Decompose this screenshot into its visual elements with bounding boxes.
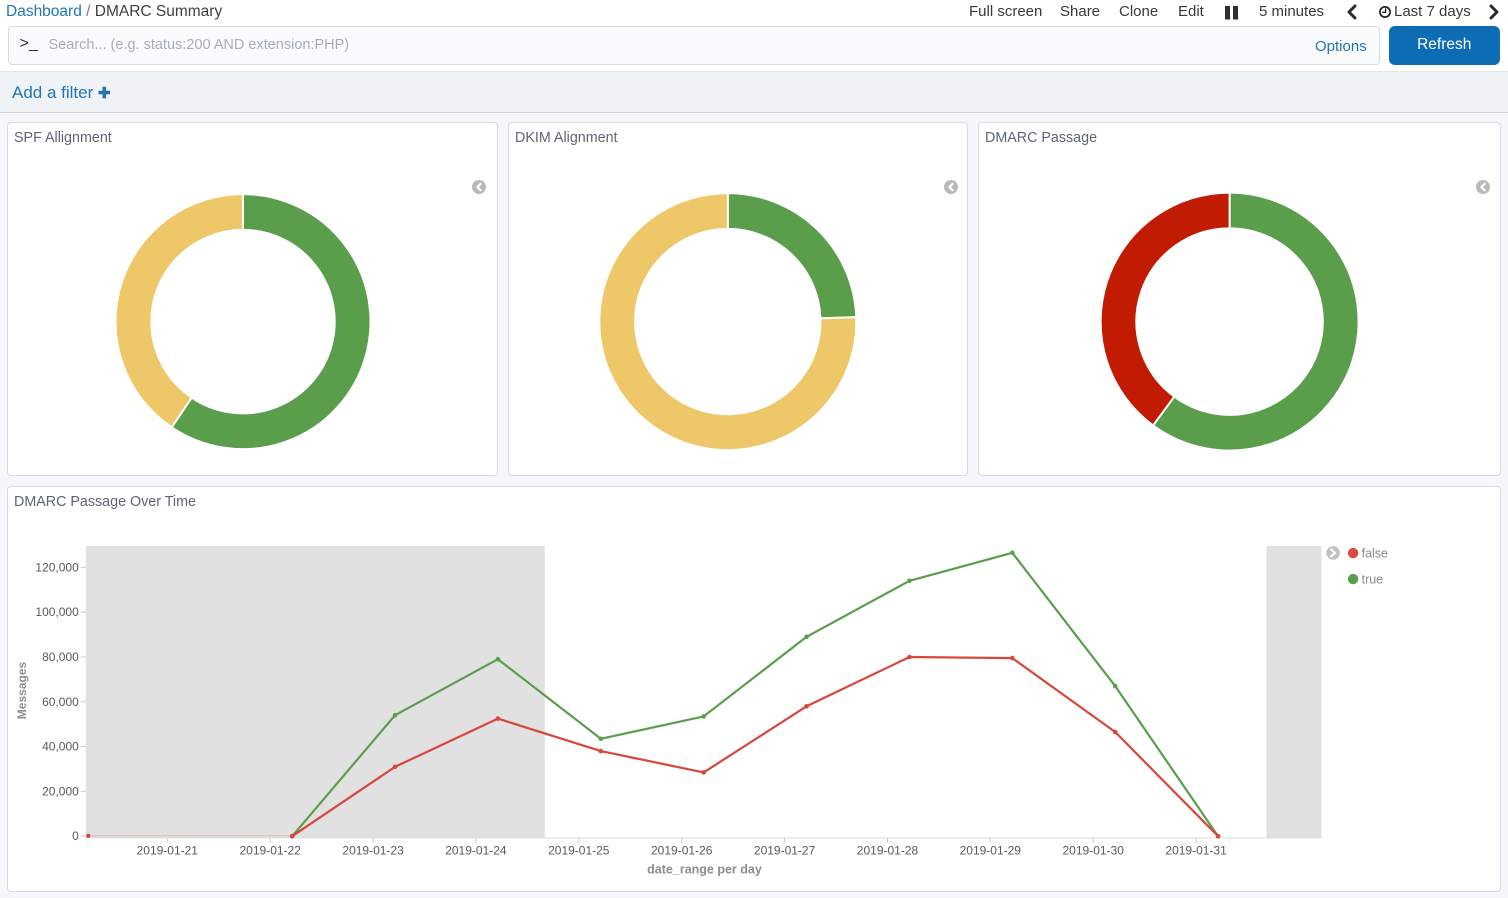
svg-text:100,000: 100,000 (35, 605, 79, 619)
svg-text:2019-01-23: 2019-01-23 (342, 843, 404, 857)
svg-text:40,000: 40,000 (42, 740, 79, 754)
svg-text:date_range per day: date_range per day (647, 863, 762, 877)
svg-text:120,000: 120,000 (35, 560, 79, 574)
svg-text:2019-01-27: 2019-01-27 (754, 843, 816, 857)
svg-text:0: 0 (72, 829, 79, 843)
svg-text:Messages: Messages (15, 661, 29, 719)
svg-text:2019-01-26: 2019-01-26 (651, 843, 713, 857)
svg-text:2019-01-25: 2019-01-25 (548, 843, 610, 857)
svg-text:2019-01-29: 2019-01-29 (960, 843, 1022, 857)
svg-text:2019-01-31: 2019-01-31 (1165, 843, 1227, 857)
svg-text:80,000: 80,000 (42, 650, 79, 664)
svg-text:2019-01-22: 2019-01-22 (240, 843, 302, 857)
svg-text:true: true (1362, 573, 1384, 587)
svg-text:2019-01-21: 2019-01-21 (137, 843, 199, 857)
svg-text:2019-01-30: 2019-01-30 (1063, 843, 1125, 857)
svg-text:20,000: 20,000 (42, 784, 79, 798)
svg-text:2019-01-28: 2019-01-28 (857, 843, 919, 857)
svg-text:false: false (1362, 547, 1388, 561)
svg-text:60,000: 60,000 (42, 695, 79, 709)
svg-text:2019-01-24: 2019-01-24 (445, 843, 507, 857)
